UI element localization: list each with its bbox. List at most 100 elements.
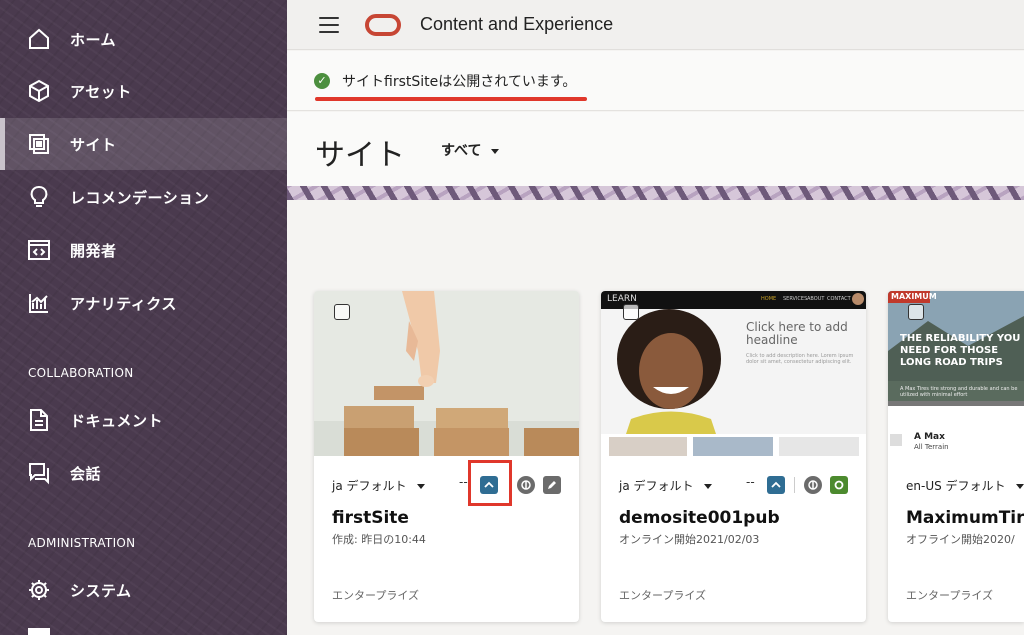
sidebar-item-conversations[interactable]: 会話 — [0, 447, 287, 499]
administration-heading: ADMINISTRATION — [28, 536, 136, 550]
select-checkbox[interactable] — [908, 304, 924, 320]
sidebar-item-system[interactable]: システム — [0, 564, 287, 616]
preview-body: Click to add description here. Lorem ips… — [746, 353, 854, 365]
site-card-demosite001pub[interactable]: LEARN HOME SERVICES ABOUT CONTACT Click … — [601, 291, 866, 622]
sidebar-item-label: サイト — [70, 135, 117, 154]
preview-headline: Click here to add headline — [746, 320, 848, 347]
sidebar-item-developer[interactable]: 開発者 — [0, 224, 287, 276]
status-dash: -- — [459, 475, 468, 489]
sidebar-item-label: 開発者 — [70, 241, 117, 260]
sidebar-item-label: アセット — [70, 82, 132, 101]
annotation-underline — [315, 97, 587, 101]
sidebar-item-home[interactable]: ホーム — [0, 13, 287, 65]
caret-down-icon — [416, 484, 425, 489]
status-dash: -- — [746, 475, 755, 489]
preview-navbar: LEARN HOME SERVICES ABOUT CONTACT — [601, 291, 866, 309]
language-label: en-US デフォルト — [906, 479, 1006, 493]
site-type: エンタープライズ — [619, 589, 707, 602]
code-window-icon — [26, 237, 52, 263]
language-dropdown[interactable]: ja デフォルト — [619, 477, 712, 494]
document-icon — [26, 407, 52, 433]
preview-avatar — [852, 293, 864, 305]
gear-icon — [26, 577, 52, 603]
sidebar-item-documents[interactable]: ドキュメント — [0, 394, 287, 446]
site-type: エンタープライズ — [332, 589, 420, 602]
site-card-firstsite[interactable]: ja デフォルト -- firstSite 作成: 昨日の10:44 エンタープ… — [314, 291, 579, 622]
sidebar-item-sites[interactable]: サイト — [0, 118, 287, 170]
preview-nav-home: HOME — [761, 296, 777, 302]
filter-dropdown[interactable]: すべて — [441, 140, 500, 160]
publish-notification: ✓ サイトfirstSiteは公開されています。 — [287, 51, 1024, 111]
site-card-maximumtire[interactable]: MAXIMUM THE RELIABILITY YOU NEED FOR THO… — [888, 291, 1024, 622]
top-bar: Content and Experience — [287, 0, 1024, 50]
sidebar-item-label: アナリティクス — [70, 294, 177, 313]
conversation-icon — [26, 460, 52, 486]
decorative-banner — [287, 186, 1024, 200]
next-item-icon-partial — [28, 628, 50, 635]
preview-product-sub: All Terrain — [914, 443, 949, 451]
filter-label: すべて — [441, 143, 482, 159]
collaboration-heading: COLLABORATION — [28, 366, 134, 380]
select-checkbox[interactable] — [334, 304, 350, 320]
publish-button[interactable] — [767, 476, 785, 494]
sidebar-item-label: 会話 — [70, 464, 102, 483]
online-toggle-button[interactable] — [804, 476, 822, 494]
cube-icon — [26, 78, 52, 104]
online-status-button[interactable] — [830, 476, 848, 494]
annotation-highlight-box — [468, 460, 512, 506]
caret-down-icon — [703, 484, 712, 489]
online-toggle-button[interactable] — [517, 476, 535, 494]
preview-brand: MAXIMUM — [891, 292, 937, 301]
app-title: Content and Experience — [420, 14, 614, 34]
hamburger-menu-icon[interactable] — [319, 17, 339, 33]
sidebar-item-label: ホーム — [70, 30, 117, 49]
site-status: オフライン開始2020/ — [906, 533, 1015, 546]
sidebar-item-recommendations[interactable]: レコメンデーション — [0, 171, 287, 223]
power-icon — [521, 480, 531, 490]
preview-nav-contact: CONTACT — [827, 296, 851, 302]
blocks-hand-image — [314, 291, 579, 456]
home-icon — [26, 26, 52, 52]
language-dropdown[interactable]: en-US デフォルト — [906, 477, 1024, 494]
page-title: サイト — [315, 138, 405, 173]
divider — [794, 477, 795, 493]
preview-product: A Max — [914, 432, 945, 442]
analytics-icon — [26, 290, 52, 316]
preview-nav-services: SERVICES — [783, 296, 808, 302]
edit-button[interactable] — [543, 476, 561, 494]
lightbulb-icon — [26, 184, 52, 210]
sidebar-item-assets[interactable]: アセット — [0, 65, 287, 117]
language-dropdown[interactable]: ja デフォルト — [332, 477, 425, 494]
notification-text: サイトfirstSiteは公開されています。 — [342, 74, 577, 90]
page-header: サイト すべて — [287, 112, 1024, 186]
preview-brand: LEARN — [607, 294, 637, 304]
sites-icon — [26, 131, 52, 157]
site-name[interactable]: demosite001pub — [619, 508, 780, 528]
preview-tire-thumbnail — [890, 434, 902, 446]
sidebar-item-analytics[interactable]: アナリティクス — [0, 277, 287, 329]
sidebar-item-label: ドキュメント — [70, 411, 164, 430]
language-label: ja デフォルト — [332, 479, 407, 493]
chevron-up-icon — [771, 481, 781, 488]
preview-body: A Max Tires tire strong and durable and … — [900, 386, 1018, 398]
sidebar: ホーム アセット サイト レコメンデーション 開発者 アナリティクス COLLA… — [0, 0, 287, 635]
site-name[interactable]: firstSite — [332, 508, 409, 528]
sidebar-item-label: レコメンデーション — [70, 188, 210, 207]
power-icon — [808, 480, 818, 490]
language-label: ja デフォルト — [619, 479, 694, 493]
site-name[interactable]: MaximumTire — [906, 508, 1024, 528]
site-thumbnail — [314, 291, 579, 456]
oracle-logo-icon — [365, 14, 401, 36]
circle-icon — [834, 480, 844, 490]
site-status: 作成: 昨日の10:44 — [332, 533, 426, 546]
caret-down-icon — [1015, 484, 1024, 489]
site-thumbnail: MAXIMUM THE RELIABILITY YOU NEED FOR THO… — [888, 291, 1024, 456]
success-check-icon: ✓ — [314, 73, 330, 89]
preview-headline: THE RELIABILITY YOU NEED FOR THOSE LONG … — [900, 333, 1021, 368]
site-thumbnail: LEARN HOME SERVICES ABOUT CONTACT Click … — [601, 291, 866, 456]
caret-down-icon — [491, 148, 500, 154]
preview-nav-about: ABOUT — [807, 296, 825, 302]
select-checkbox[interactable] — [623, 304, 639, 320]
pencil-icon — [548, 481, 556, 489]
sidebar-item-label: システム — [70, 581, 132, 600]
